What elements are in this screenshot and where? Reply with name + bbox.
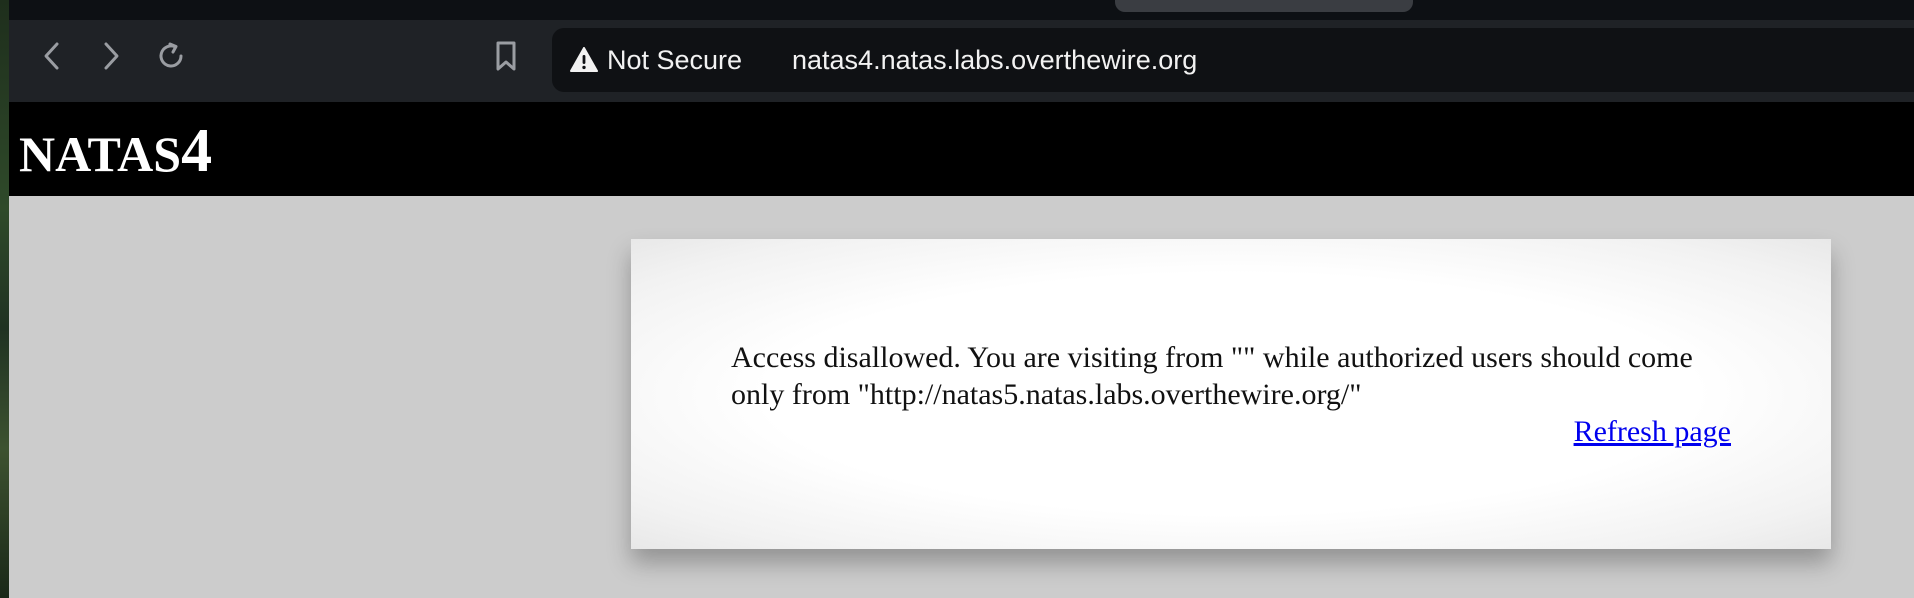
site-title-number: 4 [181,117,213,185]
chevron-left-icon [42,41,62,71]
reload-button[interactable] [153,38,189,74]
browser-tab[interactable] [1115,0,1413,12]
refresh-page-link[interactable]: Refresh page [1574,413,1731,450]
url-text[interactable]: natas4.natas.labs.overthewire.org [792,42,1197,78]
content-panel: Access disallowed. You are visiting from… [631,239,1831,549]
desktop-background-edge [0,0,9,598]
warning-icon [570,47,598,78]
address-bar[interactable] [552,28,1914,92]
reload-icon [155,40,187,72]
bookmark-button[interactable] [488,38,524,74]
site-title: NATAS4 [19,116,212,187]
chevron-right-icon [101,41,121,71]
site-header: NATAS4 [9,102,1914,196]
back-button[interactable] [34,38,70,74]
security-status-label[interactable]: Not Secure [607,42,742,78]
access-message: Access disallowed. You are visiting from… [731,341,1693,411]
bookmark-icon [494,40,518,72]
tab-strip [9,0,1914,20]
site-title-word: NATAS [19,126,182,182]
forward-button[interactable] [93,38,129,74]
